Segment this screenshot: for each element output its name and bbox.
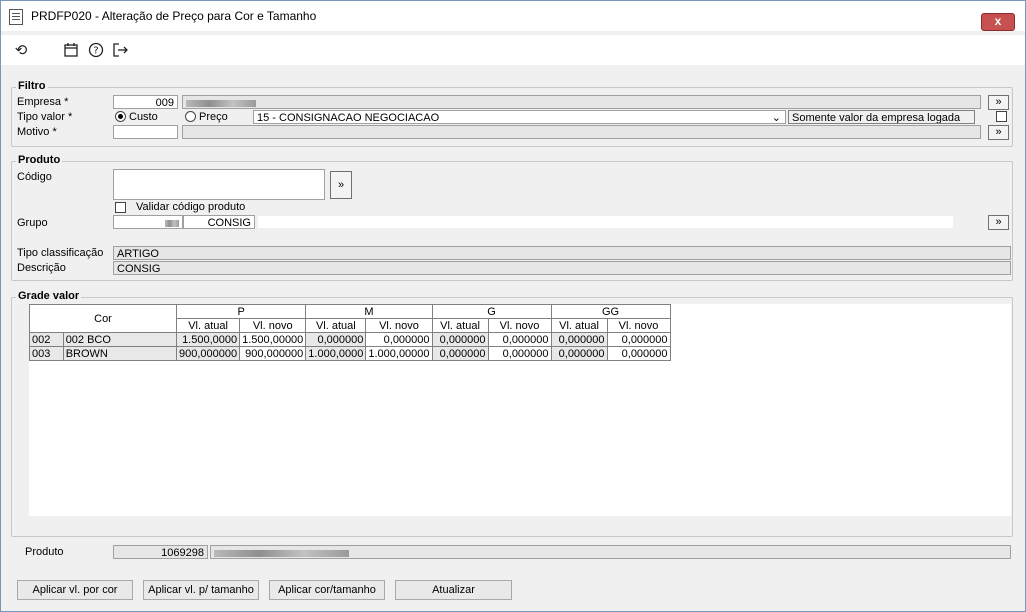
vl-atual-header: Vl. atual — [305, 318, 367, 333]
vl-atual-cell: 0,000000 — [431, 332, 489, 347]
filtro-title: Filtro — [16, 80, 48, 92]
vl-atual-cell: 1.500,0000 — [175, 332, 241, 347]
grupo-code-input[interactable] — [113, 215, 183, 229]
vl-atual-header: Vl. atual — [550, 318, 608, 333]
empresa-code-input[interactable]: 009 — [113, 95, 178, 109]
size-header-gg: GG — [550, 304, 671, 319]
vl-novo-cell[interactable]: 0,000000 — [487, 332, 552, 347]
redacted-text — [165, 219, 179, 227]
grade-table: Cor P M G GG Vl. atual Vl. novo Vl. atua… — [29, 304, 671, 361]
footer-produto-desc — [210, 545, 1011, 559]
table-row[interactable]: 003 BROWN 900,000000 900,000000 1.000,00… — [29, 346, 671, 361]
grupo-desc-field — [257, 215, 954, 229]
vl-atual-cell: 0,000000 — [550, 332, 608, 347]
tipo-classificacao-label: Tipo classificação — [17, 247, 104, 259]
preco-radio[interactable] — [185, 111, 196, 122]
empresa-lookup-button[interactable]: » — [988, 95, 1009, 110]
redacted-text — [186, 99, 256, 107]
vl-atual-header: Vl. atual — [175, 318, 241, 333]
vl-novo-header: Vl. novo — [239, 318, 307, 333]
grade-title: Grade valor — [16, 290, 82, 302]
redacted-text — [214, 549, 349, 557]
vl-novo-cell[interactable]: 900,000000 — [239, 346, 307, 361]
row-cor-cell: BROWN — [62, 346, 178, 361]
vl-atual-cell: 0,000000 — [305, 332, 367, 347]
chevron-down-icon: ⌄ — [771, 112, 781, 124]
motivo-name-field — [182, 125, 981, 139]
motivo-lookup-button[interactable]: » — [988, 125, 1009, 140]
size-header-g: G — [431, 304, 552, 319]
vl-novo-header: Vl. novo — [606, 318, 671, 333]
empresa-name-field — [182, 95, 981, 109]
vl-atual-cell: 1.000,0000 — [305, 346, 367, 361]
preco-select-value: 15 - CONSIGNACAO NEGOCIACAO — [257, 112, 440, 124]
svg-text:?: ? — [93, 46, 98, 57]
empresa-label: Empresa * — [17, 96, 69, 108]
validar-checkbox[interactable] — [115, 202, 126, 213]
codigo-input[interactable] — [113, 169, 325, 200]
grupo-name-field: CONSIG — [183, 215, 255, 229]
aplicar-cor-tamanho-button[interactable]: Aplicar cor/tamanho — [269, 580, 385, 600]
vl-novo-cell[interactable]: 0,000000 — [487, 346, 552, 361]
title-bar: PRDFP020 - Alteração de Preço para Cor e… — [1, 1, 1025, 31]
vl-novo-header: Vl. novo — [365, 318, 433, 333]
tipo-valor-label: Tipo valor * — [17, 111, 73, 123]
vl-novo-cell[interactable]: 0,000000 — [606, 332, 671, 347]
toolbar: ⟲ ? — [1, 35, 1025, 65]
close-button[interactable]: x — [981, 13, 1015, 31]
codigo-label: Código — [17, 171, 52, 183]
descricao-label: Descrição — [17, 262, 66, 274]
size-header-p: P — [175, 304, 307, 319]
vl-atual-cell: 0,000000 — [550, 346, 608, 361]
table-row[interactable]: 002 002 BCO 1.500,0000 1.500,00000 0,000… — [29, 332, 671, 347]
footer-produto-code: 1069298 — [113, 545, 208, 559]
row-code-cell: 002 — [29, 332, 64, 347]
grupo-label: Grupo — [17, 217, 48, 229]
vl-novo-cell[interactable]: 0,000000 — [365, 332, 433, 347]
somente-label: Somente valor da empresa logada — [788, 110, 975, 124]
aplicar-por-tamanho-button[interactable]: Aplicar vl. p/ tamanho — [143, 580, 259, 600]
atualizar-button[interactable]: Atualizar — [395, 580, 512, 600]
cor-header: Cor — [29, 304, 177, 333]
vl-novo-cell[interactable]: 1.500,00000 — [239, 332, 307, 347]
footer-produto-label: Produto — [25, 546, 64, 558]
descricao-field: CONSIG — [113, 261, 1011, 275]
somente-checkbox[interactable] — [996, 111, 1007, 122]
vl-atual-cell: 900,000000 — [175, 346, 241, 361]
help-icon[interactable]: ? — [87, 42, 105, 60]
row-cor-cell: 002 BCO — [62, 332, 178, 347]
main-window: PRDFP020 - Alteração de Preço para Cor e… — [0, 0, 1026, 612]
motivo-code-input[interactable] — [113, 125, 178, 139]
calendar-icon[interactable] — [62, 42, 80, 60]
vl-novo-cell[interactable]: 0,000000 — [606, 346, 671, 361]
preco-select[interactable]: 15 - CONSIGNACAO NEGOCIACAO ⌄ — [253, 110, 786, 124]
preco-label: Preço — [199, 111, 228, 123]
size-header-m: M — [305, 304, 433, 319]
row-code-cell: 003 — [29, 346, 64, 361]
window-title: PRDFP020 - Alteração de Preço para Cor e… — [31, 9, 317, 23]
undo-icon[interactable]: ⟲ — [12, 42, 30, 60]
exit-icon[interactable] — [112, 42, 130, 60]
document-icon — [9, 9, 23, 25]
aplicar-por-cor-button[interactable]: Aplicar vl. por cor — [17, 580, 133, 600]
validar-label: Validar código produto — [136, 201, 246, 213]
grupo-lookup-button[interactable]: » — [988, 215, 1009, 230]
motivo-label: Motivo * — [17, 126, 57, 138]
tipo-classificacao-field: ARTIGO — [113, 246, 1011, 260]
vl-novo-cell[interactable]: 1.000,00000 — [365, 346, 433, 361]
custo-radio[interactable] — [115, 111, 126, 122]
codigo-lookup-button[interactable]: » — [330, 171, 352, 199]
vl-atual-header: Vl. atual — [431, 318, 489, 333]
vl-novo-header: Vl. novo — [487, 318, 552, 333]
custo-label: Custo — [129, 111, 158, 123]
vl-atual-cell: 0,000000 — [431, 346, 489, 361]
produto-title: Produto — [16, 154, 63, 166]
